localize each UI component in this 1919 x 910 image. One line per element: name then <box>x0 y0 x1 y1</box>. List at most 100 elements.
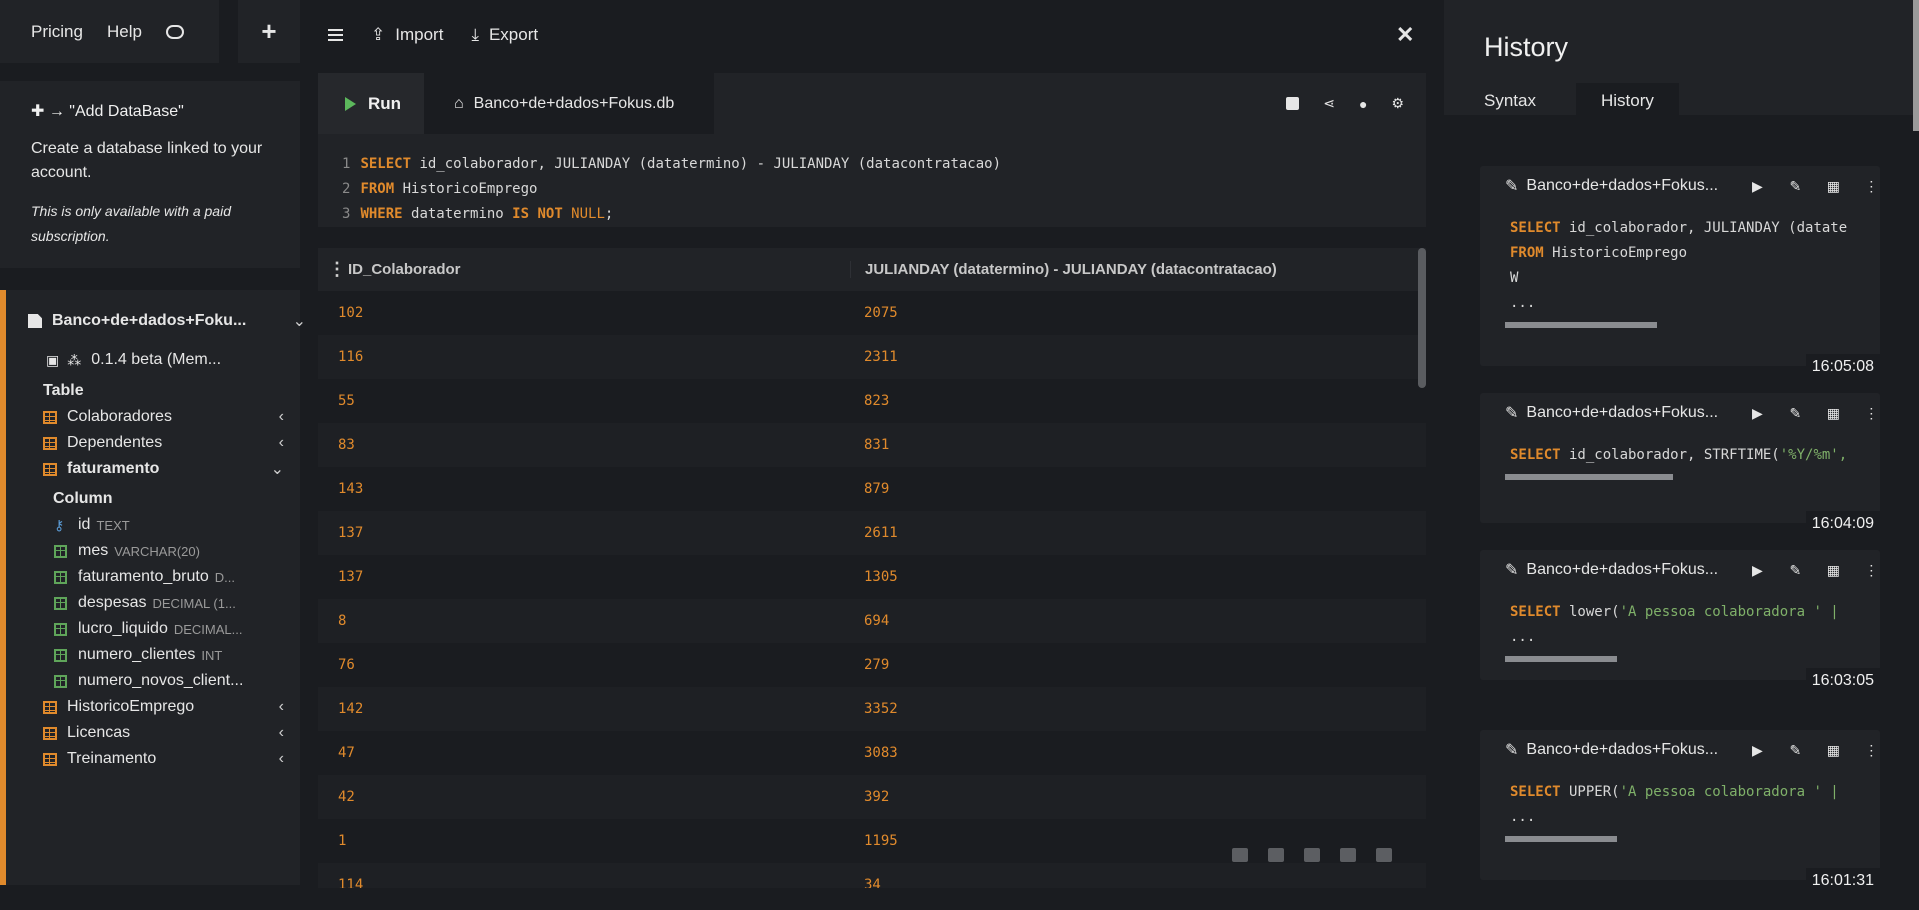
tab-syntax[interactable]: Syntax <box>1444 83 1576 115</box>
pencil-icon[interactable]: ✎ <box>1505 740 1518 760</box>
chevron-left-icon[interactable]: ‹ <box>279 724 284 742</box>
share-icon[interactable]: ⋖ <box>1323 95 1335 112</box>
database-node[interactable]: Banco+de+dados+Foku... ⌄ <box>28 312 322 330</box>
table-item-licencas[interactable]: Licencas ‹ <box>43 724 300 742</box>
history-card[interactable]: ✎ Banco+de+dados+Fokus... ▶ ✎ ▦ ⋮ SELECT UPPER… <box>1480 730 1880 894</box>
book-icon[interactable] <box>1340 848 1356 862</box>
chevron-down-icon[interactable]: ⌄ <box>293 311 306 331</box>
table-row[interactable]: 42 392 <box>318 775 1426 819</box>
list-icon[interactable] <box>1376 848 1392 862</box>
history-card[interactable]: ✎ Banco+de+dados+Fokus... ▶ ✎ ▦ ⋮ SELECT id_co… <box>1480 393 1880 537</box>
results-scrollbar[interactable] <box>1418 248 1426 388</box>
table-icon <box>43 752 57 766</box>
column-header[interactable]: ID_Colaborador <box>318 259 850 280</box>
more-icon[interactable]: ⋮ <box>1864 406 1878 420</box>
edit-icon[interactable]: ✎ <box>1788 179 1802 193</box>
table-row[interactable]: 55 823 <box>318 379 1426 423</box>
play-icon[interactable]: ▶ <box>1750 743 1764 757</box>
database-tab[interactable]: ⌂ Banco+de+dados+Fokus.db <box>424 73 714 134</box>
column-icon <box>54 596 67 610</box>
history-code-line: SELECT lower('A pessoa colaboradora ' | <box>1510 604 1839 620</box>
column-item[interactable]: ⚷ id TEXT <box>54 516 348 534</box>
table-item-treinamento[interactable]: Treinamento ‹ <box>43 750 300 768</box>
chevron-left-icon[interactable]: ‹ <box>279 698 284 716</box>
cell-id-colaborador: 143 <box>338 481 364 497</box>
more-icon[interactable]: ⋮ <box>1864 563 1878 577</box>
history-card-scrollbar[interactable] <box>1505 474 1673 480</box>
add-database-title[interactable]: ✚ → "Add DataBase" <box>31 101 269 121</box>
gear-icon[interactable]: ⚙ <box>1391 95 1404 112</box>
chevron-down-icon[interactable]: ⌄ <box>271 459 284 479</box>
play-icon[interactable]: ▶ <box>1750 179 1764 193</box>
save-icon[interactable]: ▣ <box>46 352 59 369</box>
user-icon[interactable]: ● <box>1359 96 1367 112</box>
grid-icon[interactable]: ▦ <box>1826 406 1840 420</box>
history-card-title: Banco+de+dados+Fokus... <box>1526 404 1719 421</box>
column-header[interactable]: JULIANDAY (datatermino) - JULIANDAY (dat… <box>850 261 1277 278</box>
table-row[interactable]: 137 2611 <box>318 511 1426 555</box>
table-row[interactable]: 102 2075 <box>318 291 1426 335</box>
chart-icon[interactable] <box>1304 848 1320 862</box>
chevron-left-icon[interactable]: ‹ <box>279 408 284 426</box>
column-item[interactable]: mes VARCHAR(20) <box>54 542 348 560</box>
table-row[interactable]: 76 279 <box>318 643 1426 687</box>
tab-history[interactable]: History <box>1575 83 1679 115</box>
pencil-icon[interactable]: ✎ <box>1505 403 1518 423</box>
table-row[interactable]: 116 2311 <box>318 335 1426 379</box>
table-item-historicoemprego[interactable]: HistoricoEmprego ‹ <box>43 698 300 716</box>
history-card-scrollbar[interactable] <box>1505 322 1658 328</box>
cell-julianday-diff: 2311 <box>864 349 898 365</box>
play-icon[interactable]: ▶ <box>1750 563 1764 577</box>
table-row[interactable]: 114 34 <box>318 863 1426 888</box>
more-icon[interactable]: ⋮ <box>1864 179 1878 193</box>
sql-editor[interactable]: 1 SELECT id_colaborador, JULIANDAY (datat… <box>318 134 1426 227</box>
close-icon[interactable]: ✕ <box>1396 22 1414 48</box>
menu-icon[interactable] <box>328 29 343 41</box>
table-row[interactable]: 8 694 <box>318 599 1426 643</box>
chevron-left-icon[interactable]: ‹ <box>279 434 284 452</box>
column-item[interactable]: despesas DECIMAL (1... <box>54 594 348 612</box>
column-name: numero_clientes <box>78 646 196 663</box>
chat-icon[interactable] <box>165 24 184 39</box>
table-row[interactable]: 83 831 <box>318 423 1426 467</box>
grid-icon[interactable]: ▦ <box>1826 179 1840 193</box>
table-row[interactable]: 142 3352 <box>318 687 1426 731</box>
pencil-icon[interactable]: ✎ <box>1505 560 1518 580</box>
table-row[interactable]: 137 1305 <box>318 555 1426 599</box>
pencil-icon[interactable]: ✎ <box>1505 176 1518 196</box>
export-button[interactable]: ⤓ Export <box>471 25 538 45</box>
schema-icon[interactable]: ⁂ <box>67 352 81 369</box>
grid-icon[interactable]: ▦ <box>1826 743 1840 757</box>
cell-julianday-diff: 2611 <box>864 525 898 541</box>
history-card-scrollbar[interactable] <box>1505 656 1617 662</box>
panel-scrollbar[interactable] <box>1913 0 1919 131</box>
column-item[interactable]: numero_novos_client... <box>54 672 348 690</box>
add-icon[interactable] <box>1286 97 1300 110</box>
history-card[interactable]: ✎ Banco+de+dados+Fokus... ▶ ✎ ▦ ⋮ SELECT id_co… <box>1480 166 1880 380</box>
download-icon[interactable] <box>1232 848 1248 862</box>
chevron-left-icon[interactable]: ‹ <box>279 750 284 768</box>
table-item-colaboradores[interactable]: Colaboradores ‹ <box>43 408 300 426</box>
edit-icon[interactable]: ✎ <box>1788 563 1802 577</box>
edit-icon[interactable]: ✎ <box>1788 743 1802 757</box>
table-view-icon[interactable] <box>1268 848 1284 862</box>
table-row[interactable]: 47 3083 <box>318 731 1426 775</box>
add-button[interactable]: + <box>238 0 300 63</box>
help-link[interactable]: Help <box>107 22 142 42</box>
pricing-link[interactable]: Pricing <box>31 22 83 42</box>
import-button[interactable]: ⇪ Import <box>371 25 443 45</box>
column-item[interactable]: lucro_liquido DECIMAL... <box>54 620 348 638</box>
table-row[interactable]: 143 879 <box>318 467 1426 511</box>
column-item[interactable]: numero_clientes INT <box>54 646 348 664</box>
history-card-scrollbar[interactable] <box>1505 836 1617 842</box>
table-item-faturamento[interactable]: faturamento ⌄ <box>43 460 300 478</box>
history-card[interactable]: ✎ Banco+de+dados+Fokus... ▶ ✎ ▦ ⋮ SELECT lower… <box>1480 550 1880 694</box>
play-icon[interactable]: ▶ <box>1750 406 1764 420</box>
table-item-dependentes[interactable]: Dependentes ‹ <box>43 434 300 452</box>
column-item[interactable]: faturamento_bruto D... <box>54 568 348 586</box>
grid-icon[interactable]: ▦ <box>1826 563 1840 577</box>
edit-icon[interactable]: ✎ <box>1788 406 1802 420</box>
more-icon[interactable]: ⋮ <box>1864 743 1878 757</box>
column-name: despesas <box>78 594 147 611</box>
run-button[interactable]: Run <box>318 73 424 134</box>
